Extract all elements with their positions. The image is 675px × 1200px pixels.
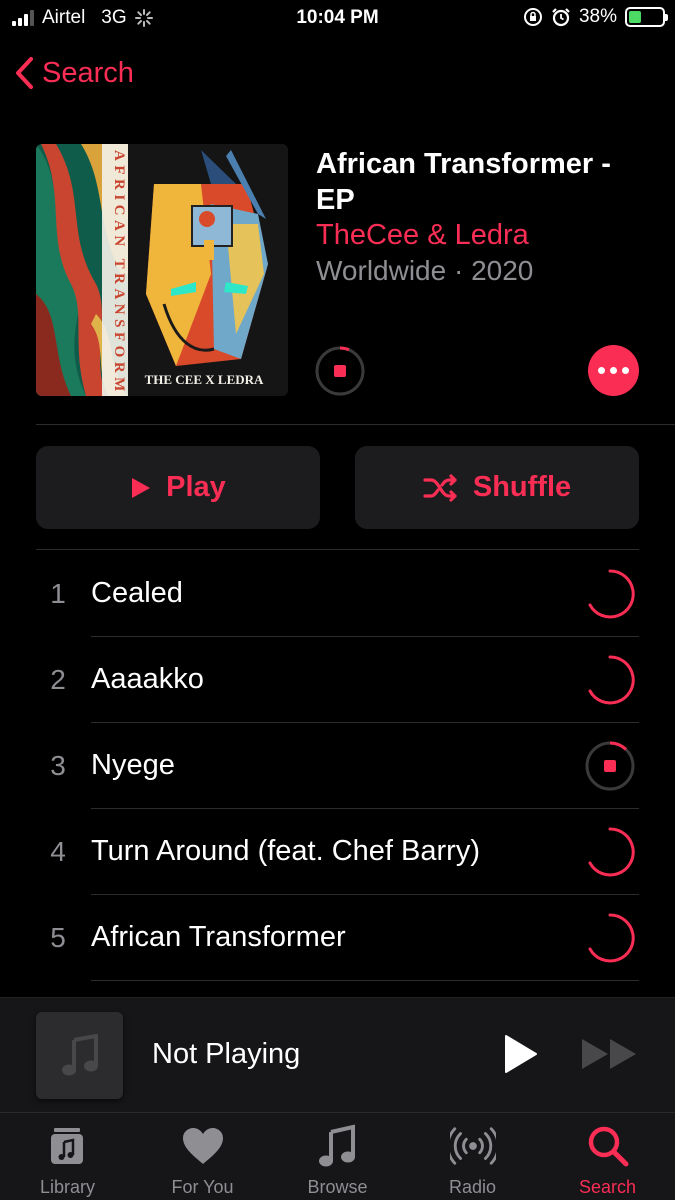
downloading-spinner-icon[interactable] <box>584 826 636 878</box>
search-icon <box>585 1123 631 1169</box>
track-row[interactable]: 5 African Transformer <box>0 895 675 981</box>
orientation-lock-icon <box>523 8 542 26</box>
downloading-spinner-icon[interactable] <box>584 568 636 620</box>
track-title: Turn Around (feat. Chef Barry) <box>91 835 480 867</box>
album-artwork: AFRICAN TRANSFORMER THE CEE X LEDRA <box>36 144 288 396</box>
back-label: Search <box>42 56 134 89</box>
tab-label: Radio <box>448 1177 497 1197</box>
header-divider <box>36 424 675 425</box>
tab-label: For You <box>171 1177 234 1197</box>
artwork-artist-text: THE CEE X LEDRA <box>145 372 264 387</box>
track-title: African Transformer <box>91 921 346 953</box>
library-icon <box>45 1123 91 1169</box>
more-options-button[interactable] <box>588 345 639 396</box>
tab-label: Library <box>39 1177 96 1197</box>
music-note-icon <box>315 1123 361 1169</box>
back-button[interactable]: Search <box>14 56 134 90</box>
now-playing-label: Not Playing <box>152 1038 301 1070</box>
album-title: African Transformer - EP <box>316 148 611 216</box>
shuffle-label: Shuffle <box>472 471 572 503</box>
album-meta: Worldwide · 2020 <box>316 255 534 286</box>
actions-divider <box>36 549 639 550</box>
track-number: 4 <box>50 836 66 867</box>
shuffle-icon <box>423 473 457 502</box>
battery-icon <box>625 7 668 27</box>
tab-for-you[interactable]: For You <box>135 1113 270 1200</box>
play-label: Play <box>166 471 226 503</box>
tab-label: Search <box>578 1177 637 1197</box>
track-row[interactable]: 4 Turn Around (feat. Chef Barry) <box>0 809 675 895</box>
artwork-vertical-title: AFRICAN TRANSFORMER <box>111 150 127 396</box>
track-title: Nyege <box>91 749 175 781</box>
track-row[interactable]: 3 Nyege <box>0 723 675 809</box>
radio-icon <box>450 1123 496 1169</box>
track-title: Aaaakko <box>91 663 204 695</box>
track-row[interactable]: 1 Cealed <box>0 551 675 637</box>
tab-library[interactable]: Library <box>0 1113 135 1200</box>
track-title: Cealed <box>91 577 183 609</box>
tab-search[interactable]: Search <box>540 1113 675 1200</box>
mini-play-button[interactable] <box>500 1034 540 1074</box>
ellipsis-icon <box>598 367 629 374</box>
track-number: 3 <box>50 750 66 781</box>
shuffle-button[interactable]: Shuffle <box>355 446 639 529</box>
album-artist-link[interactable]: TheCee & Ledra <box>316 219 529 252</box>
tab-label: Browse <box>307 1177 368 1197</box>
battery-percent: 38% <box>578 6 617 27</box>
status-bar: Airtel 3G 10:04 PM 38% <box>0 0 675 38</box>
track-number: 5 <box>50 922 66 953</box>
tab-bar: Library For You Browse Radio Search <box>0 1112 675 1200</box>
play-button[interactable]: Play <box>36 446 320 529</box>
status-right: 38% <box>523 6 668 28</box>
album-download-stop-button[interactable] <box>314 345 366 397</box>
chevron-left-icon <box>16 57 33 89</box>
fast-forward-button[interactable] <box>580 1036 640 1072</box>
downloading-spinner-icon[interactable] <box>584 654 636 706</box>
alarm-icon <box>552 8 570 27</box>
music-note-placeholder-icon <box>61 1033 98 1075</box>
track-number: 2 <box>50 664 66 695</box>
tab-radio[interactable]: Radio <box>405 1113 540 1200</box>
downloading-spinner-icon[interactable] <box>584 912 636 964</box>
mini-player[interactable]: Not Playing <box>0 997 675 1112</box>
download-stop-icon[interactable] <box>584 740 636 792</box>
track-row[interactable]: 2 Aaaakko <box>0 637 675 723</box>
tab-browse[interactable]: Browse <box>270 1113 405 1200</box>
track-number: 1 <box>50 578 66 609</box>
play-icon <box>132 477 151 498</box>
heart-icon <box>180 1123 226 1169</box>
mini-player-artwork <box>36 1012 123 1099</box>
